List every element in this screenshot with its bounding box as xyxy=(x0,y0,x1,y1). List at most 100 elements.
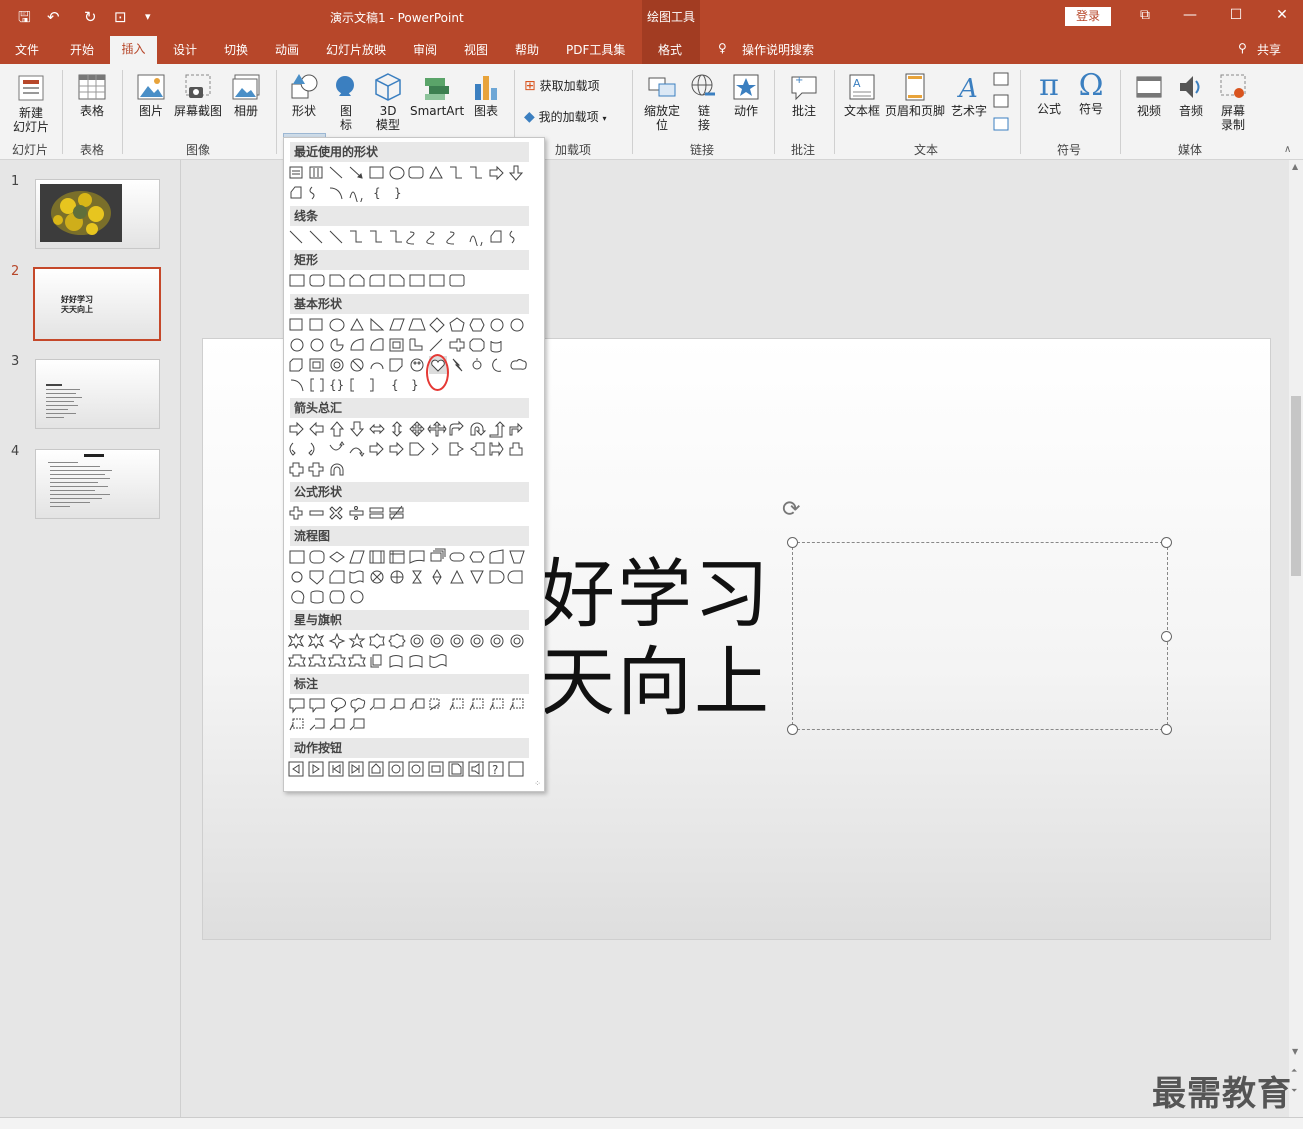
qat-more-icon[interactable]: ▾ xyxy=(145,8,151,26)
get-addins-button[interactable]: ⊞ 获取加载项 xyxy=(524,79,600,93)
resize-grip-icon[interactable]: ⁘ xyxy=(534,779,541,788)
tab-format[interactable]: 格式 xyxy=(642,35,700,64)
present-icon[interactable]: ⊡ xyxy=(114,8,127,26)
shape-row-arrows-1[interactable] xyxy=(287,420,537,438)
video-button[interactable]: 视频 xyxy=(1130,72,1168,118)
icons-button[interactable]: 图 标 xyxy=(330,72,362,132)
shape-row-stars-2[interactable] xyxy=(287,652,537,670)
close-button[interactable]: ✕ xyxy=(1267,7,1297,23)
shape-row-flowchart-3[interactable] xyxy=(287,588,537,606)
textbox-button[interactable]: A 文本框 xyxy=(842,72,882,118)
share-button[interactable]: 共享 xyxy=(1257,41,1281,58)
slide-title-text[interactable]: 好学习 天向上 xyxy=(540,550,771,726)
shape-row-basic-3[interactable] xyxy=(287,356,537,374)
shape-row-equation[interactable] xyxy=(287,504,537,522)
redo-icon[interactable]: ↻ xyxy=(84,8,97,26)
text-small-buttons[interactable] xyxy=(990,70,1012,143)
scroll-down-icon[interactable]: ▼ xyxy=(1292,1047,1298,1056)
tab-help[interactable]: 帮助 xyxy=(515,41,539,58)
smartart-button[interactable]: SmartArt xyxy=(410,72,464,118)
link-button[interactable]: 链 接 xyxy=(688,72,720,132)
icons-label: 图 标 xyxy=(339,104,352,132)
shape-row-callouts-1[interactable] xyxy=(287,696,537,714)
resize-handle[interactable] xyxy=(1161,537,1172,548)
resize-handle[interactable] xyxy=(787,724,798,735)
shape-row-callouts-2[interactable] xyxy=(287,716,537,734)
shape-row-recent-1[interactable] xyxy=(287,164,537,182)
ribbon-display-icon[interactable]: ⧉ xyxy=(1130,7,1160,23)
shape-row-arrows-2[interactable] xyxy=(287,440,537,458)
my-addins-button[interactable]: ◆ 我的加载项 ▾ xyxy=(524,110,606,126)
new-slide-button[interactable]: 新建 幻灯片 xyxy=(6,72,56,134)
resize-handle[interactable] xyxy=(787,537,798,548)
get-addins-label: 获取加载项 xyxy=(539,79,600,93)
shape-row-basic-2[interactable] xyxy=(287,336,537,354)
chevron-down-icon: ▾ xyxy=(602,114,607,123)
vertical-scrollbar[interactable]: ▲ ▼ ⏶ ⏷ xyxy=(1289,160,1303,1117)
tell-me-search[interactable]: 操作说明搜索 xyxy=(742,41,814,58)
save-icon[interactable]: 🖫 xyxy=(18,8,31,26)
3d-model-button[interactable]: 3D 模型 xyxy=(368,72,408,132)
table-button[interactable]: 表格 xyxy=(72,72,112,118)
minimize-button[interactable]: — xyxy=(1175,7,1205,23)
shape-row-flowchart-1[interactable] xyxy=(287,548,537,566)
scroll-thumb[interactable] xyxy=(1291,396,1301,576)
action-button[interactable]: 动作 xyxy=(728,72,764,118)
screen-record-button[interactable]: 屏幕 录制 xyxy=(1214,72,1252,132)
audio-button[interactable]: 音频 xyxy=(1172,72,1210,118)
scroll-up-icon[interactable]: ▲ xyxy=(1292,162,1298,171)
tab-slideshow[interactable]: 幻灯片放映 xyxy=(326,41,386,58)
rotate-handle-icon[interactable]: ⟳ xyxy=(782,497,800,522)
shapes-button-content[interactable]: 形状 xyxy=(284,72,324,118)
tab-file[interactable]: 文件 xyxy=(15,41,39,58)
tab-review[interactable]: 审阅 xyxy=(413,41,437,58)
text-placeholder-selection[interactable] xyxy=(792,542,1168,730)
screenshot-button[interactable]: 屏幕截图 xyxy=(172,72,224,118)
divider xyxy=(276,70,277,154)
slide-thumbnail-4[interactable] xyxy=(35,449,160,519)
login-button[interactable]: 登录 xyxy=(1065,7,1111,26)
equation-label: 公式 xyxy=(1036,102,1061,116)
maximize-button[interactable]: ☐ xyxy=(1221,7,1251,23)
zoom-button[interactable]: 缩放定 位 xyxy=(640,72,684,132)
tab-insert[interactable]: 插入 xyxy=(110,36,157,64)
shape-row-stars-1[interactable] xyxy=(287,632,537,650)
slide-thumbnail-2[interactable]: 好好学习 天天向上 xyxy=(33,267,161,341)
tab-pdf-tools[interactable]: PDF工具集 xyxy=(566,41,625,58)
shape-row-action-buttons[interactable]: ? xyxy=(287,760,537,778)
resize-handle[interactable] xyxy=(1161,631,1172,642)
shape-row-basic-4[interactable]: {} {} xyxy=(287,376,537,394)
title-bar: 🖫 ↶ ↻ ⊡ ▾ 演示文稿1 - PowerPoint 绘图工具 登录 ⧉ —… xyxy=(0,0,1303,35)
shape-row-rectangles[interactable] xyxy=(287,272,537,290)
chart-button[interactable]: 图表 xyxy=(468,72,504,118)
tab-animations[interactable]: 动画 xyxy=(275,41,299,58)
picture-button[interactable]: 图片 xyxy=(132,72,170,118)
header-footer-button[interactable]: 页眉和页脚 xyxy=(884,72,946,118)
watermark-logo: 最需教育 xyxy=(1152,1074,1292,1114)
undo-icon[interactable]: ↶ xyxy=(47,8,60,26)
symbol-label: 符号 xyxy=(1078,102,1103,116)
shapes-gallery-dropdown[interactable]: 最近使用的形状 {} 线条 矩形 基本形状 {} {} 箭头总汇 公式形状 流… xyxy=(283,137,545,792)
symbol-button[interactable]: Ω 符号 xyxy=(1072,70,1110,117)
comment-button[interactable]: + 批注 xyxy=(784,72,824,118)
shape-row-arrows-3[interactable] xyxy=(287,460,537,478)
collapse-ribbon-icon[interactable]: ∧ xyxy=(1284,144,1291,155)
divider xyxy=(122,70,123,154)
group-label-links: 链接 xyxy=(690,143,715,157)
slide-thumbnail-3[interactable] xyxy=(35,359,160,429)
tab-design[interactable]: 设计 xyxy=(173,41,197,58)
resize-handle[interactable] xyxy=(1161,724,1172,735)
shape-row-lines[interactable] xyxy=(287,228,537,246)
link-icon xyxy=(691,74,715,96)
slide-thumbnail-1[interactable] xyxy=(35,179,160,249)
tab-home[interactable]: 开始 xyxy=(70,41,94,58)
tab-view[interactable]: 视图 xyxy=(464,41,488,58)
shape-row-flowchart-2[interactable] xyxy=(287,568,537,586)
person-icon: ⚲ xyxy=(1238,41,1247,55)
shape-row-basic-1[interactable] xyxy=(287,316,537,334)
album-button[interactable]: 相册 xyxy=(228,72,264,118)
wordart-button[interactable]: A 艺术字 xyxy=(950,72,988,118)
equation-button[interactable]: π 公式 xyxy=(1030,70,1068,117)
tab-transitions[interactable]: 切换 xyxy=(224,41,248,58)
shape-row-recent-2[interactable]: {} xyxy=(287,184,537,202)
